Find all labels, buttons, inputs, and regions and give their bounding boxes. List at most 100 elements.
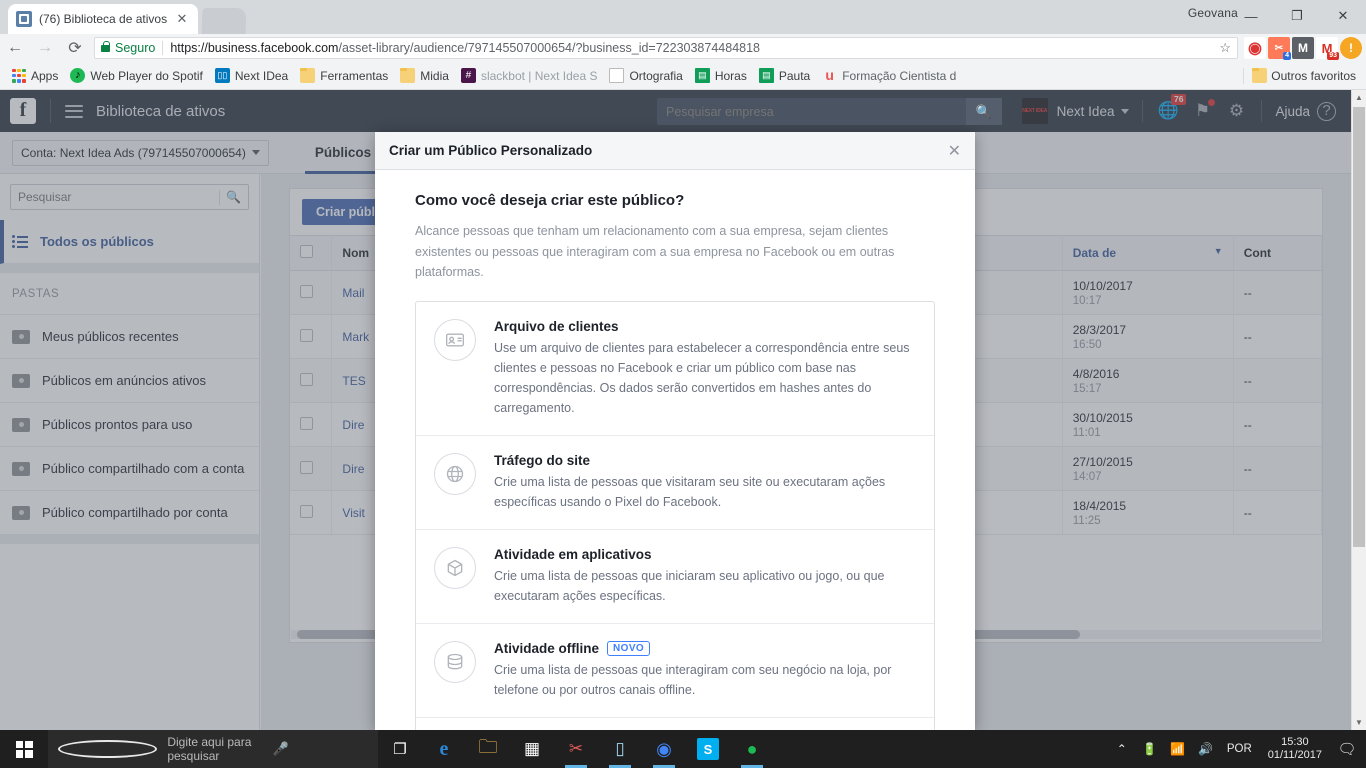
modal-body: Como você deseja criar este público? Alc…: [375, 170, 975, 730]
option-text: Crie uma lista de pessoas que iniciaram …: [494, 568, 885, 603]
language-indicator[interactable]: POR: [1221, 743, 1258, 755]
omnibox-divider: [162, 41, 164, 55]
system-tray: ⌃ 🔋 📶 🔊 POR 15:30 01/11/2017 🗨: [1109, 730, 1366, 768]
option-website-traffic[interactable]: Tráfego do site Crie uma lista de pessoa…: [416, 436, 934, 530]
browser-tab[interactable]: (76) Biblioteca de ativos ✕: [8, 4, 198, 34]
tab-close-icon[interactable]: ✕: [174, 11, 190, 27]
cube-icon: [434, 546, 476, 589]
bookmark-formacao[interactable]: u Formação Cientista d: [816, 66, 962, 85]
edge-icon[interactable]: e: [422, 730, 466, 768]
window-maximize-button[interactable]: ❐: [1274, 0, 1320, 32]
alert-extension-icon[interactable]: !: [1340, 37, 1362, 59]
snipping-tool-icon[interactable]: ✂: [554, 730, 598, 768]
calculator-icon[interactable]: ▦: [510, 730, 554, 768]
option-body: Tráfego do site Crie uma lista de pessoa…: [494, 453, 916, 512]
option-app-activity[interactable]: Atividade em aplicativos Crie uma lista …: [416, 530, 934, 624]
color-wheel-extension-icon[interactable]: ◉: [1244, 37, 1266, 59]
page-vertical-scrollbar[interactable]: ▲ ▼: [1351, 90, 1366, 730]
option-text: Crie uma lista de pessoas que interagira…: [494, 662, 892, 697]
bookmark-midia[interactable]: Midia: [394, 66, 455, 85]
search-input[interactable]: [657, 104, 966, 119]
lock-icon: [101, 40, 110, 52]
start-button[interactable]: [0, 730, 48, 768]
browser-tab-strip: (76) Biblioteca de ativos ✕ Geovana — ❐ …: [0, 0, 1366, 34]
doc-icon: [609, 68, 625, 83]
option-title: Atividade offline: [494, 640, 600, 656]
other-bookmarks-group: Outros favoritos: [1239, 67, 1360, 84]
sticky-notes-icon[interactable]: ▯: [598, 730, 642, 768]
new-tab-button[interactable]: [201, 8, 247, 34]
bookmark-label: Next IDea: [234, 68, 289, 83]
option-body: Atividade offline NOVO Crie uma lista de…: [494, 640, 916, 700]
close-icon[interactable]: ✕: [948, 141, 961, 161]
option-customer-file[interactable]: Arquivo de clientes Use um arquivo de cl…: [416, 302, 934, 436]
option-title: Tráfego do site: [494, 452, 591, 468]
forward-button[interactable]: →: [30, 34, 60, 62]
udemy-icon: u: [825, 67, 834, 83]
hubspot-extension-icon[interactable]: ✂ 4: [1268, 37, 1291, 60]
folder-icon: [1252, 68, 1268, 83]
modal-description: Alcance pessoas que tenham um relacionam…: [415, 224, 895, 280]
tab-title: (76) Biblioteca de ativos: [39, 12, 168, 26]
search-icon[interactable]: 🔍: [966, 98, 1002, 125]
modal-title: Criar um Público Personalizado: [389, 143, 593, 158]
bookmark-label: Midia: [420, 68, 449, 83]
bookmark-next-idea[interactable]: ▯▯ Next IDea: [209, 66, 294, 85]
microphone-icon[interactable]: 🎤: [273, 741, 368, 757]
bookmark-apps[interactable]: Apps: [6, 67, 64, 85]
battery-icon[interactable]: 🔋: [1137, 730, 1163, 768]
business-search[interactable]: 🔍: [657, 98, 1002, 125]
bookmark-slackbot[interactable]: # slackbot | Next Idea S: [455, 66, 604, 85]
bookmark-ferramentas[interactable]: Ferramentas: [294, 66, 394, 85]
create-audience-modal: Criar um Público Personalizado ✕ Como vo…: [375, 132, 975, 730]
bookmark-ortografia[interactable]: Ortografia: [603, 66, 688, 85]
option-engagement[interactable]: Envolvimento UPDATED Crie uma lista de p…: [416, 718, 934, 730]
volume-icon[interactable]: 🔊: [1193, 730, 1219, 768]
back-button[interactable]: ←: [0, 34, 30, 62]
bookmark-spotify[interactable]: ♪ Web Player do Spotif: [64, 66, 209, 85]
chrome-icon[interactable]: ◉: [642, 730, 686, 768]
page-viewport: f Biblioteca de ativos NEXT IDEA Next Id…: [0, 90, 1366, 730]
taskbar-search-placeholder: Digite aqui para pesquisar: [167, 735, 252, 763]
action-center-icon[interactable]: 🗨: [1332, 730, 1362, 768]
window-close-button[interactable]: ✕: [1320, 0, 1366, 32]
scroll-up-arrow-icon[interactable]: ▲: [1352, 90, 1366, 105]
screen: (76) Biblioteca de ativos ✕ Geovana — ❐ …: [0, 0, 1366, 768]
secure-label: Seguro: [115, 41, 156, 55]
option-badge-novo: NOVO: [607, 640, 651, 656]
clock-time: 15:30: [1281, 736, 1309, 748]
bookmark-label: Apps: [31, 68, 59, 83]
bookmark-pauta[interactable]: ▤ Pauta: [753, 66, 816, 85]
option-text: Use um arquivo de clientes para estabele…: [494, 340, 910, 415]
slack-icon: #: [460, 68, 476, 83]
address-bar[interactable]: Seguro https://business.facebook.com/ass…: [94, 37, 1238, 59]
windows-taskbar: Digite aqui para pesquisar 🎤 ❐ e 🗀 ▦ ✂ ▯…: [0, 730, 1366, 768]
bookmark-label: Pauta: [778, 68, 811, 83]
clock-date: 01/11/2017: [1267, 749, 1322, 761]
modal-question: Como você deseja criar este público?: [415, 192, 685, 209]
clock[interactable]: 15:30 01/11/2017: [1260, 736, 1330, 762]
option-offline-activity[interactable]: Atividade offline NOVO Crie uma lista de…: [416, 624, 934, 718]
option-body: Arquivo de clientes Use um arquivo de cl…: [494, 319, 916, 418]
scrollbar-thumb[interactable]: [1353, 107, 1365, 547]
file-explorer-icon[interactable]: 🗀: [466, 730, 510, 768]
mailtrack-extension-icon[interactable]: M: [1292, 37, 1314, 59]
bookmark-horas[interactable]: ▤ Horas: [689, 66, 753, 85]
trello-icon: ▯▯: [214, 68, 230, 83]
wifi-icon[interactable]: 📶: [1165, 730, 1191, 768]
task-view-icon[interactable]: ❐: [378, 730, 422, 768]
offline-store-icon: [434, 640, 476, 683]
spotify-icon[interactable]: ●: [730, 730, 774, 768]
bookmark-label: Formação Cientista d: [842, 68, 957, 83]
taskbar-search[interactable]: Digite aqui para pesquisar 🎤: [48, 730, 378, 768]
scroll-down-arrow-icon[interactable]: ▼: [1352, 715, 1366, 730]
other-bookmarks-label[interactable]: Outros favoritos: [1271, 69, 1356, 83]
skype-icon[interactable]: S: [697, 738, 719, 760]
bookmark-star-icon[interactable]: ☆: [1213, 40, 1231, 56]
reload-button[interactable]: ⟳: [60, 34, 90, 62]
show-hidden-icons-icon[interactable]: ⌃: [1109, 730, 1135, 768]
window-minimize-button[interactable]: —: [1228, 0, 1274, 32]
apps-grid-icon: [12, 68, 26, 83]
contact-card-icon: [434, 318, 476, 361]
gmail-extension-icon[interactable]: M 93: [1316, 37, 1339, 60]
